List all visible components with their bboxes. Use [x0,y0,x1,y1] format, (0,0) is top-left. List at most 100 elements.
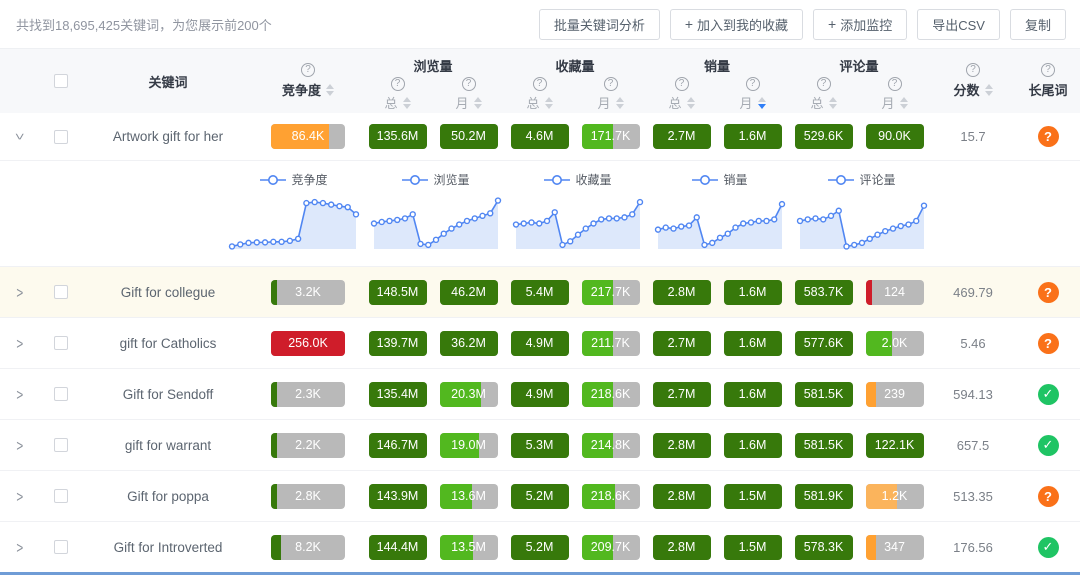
longtail-icon[interactable]: ✓ [1037,536,1059,558]
help-icon[interactable]: ? [532,77,547,91]
sort-carets[interactable] [686,96,695,109]
copy-button[interactable]: 复制 [1009,8,1066,40]
expand-chevron-icon[interactable]: > [11,133,29,140]
legend-marker-icon [260,174,287,185]
expand-chevron-icon[interactable]: > [17,538,24,556]
trend-legend: 竞争度 [260,171,328,188]
favorites-total-badge: 4.9M [510,330,569,356]
sales-total-badge: 2.7M [652,330,711,356]
sales-total-badge: 2.8M [652,483,711,509]
sort-carets[interactable] [402,96,411,109]
sort-carets[interactable] [899,96,908,109]
help-icon[interactable]: ? [966,63,980,77]
row-checkbox[interactable] [54,489,68,503]
longtail-icon[interactable]: ? [1037,485,1059,507]
views-total-badge: 143.9M [368,483,427,509]
favorites-total-badge: 4.6M [510,124,569,149]
table-row[interactable]: > gift for warrant 2.2K 146.7M 19.0M 5.3… [0,419,1080,470]
reviews-total-badge: 581.5K [794,381,853,407]
trend-chart: 浏览量 [370,171,502,254]
expand-chevron-icon[interactable]: > [17,385,24,403]
trend-chart: 收藏量 [512,171,644,254]
sort-carets[interactable] [984,83,993,96]
reviews-month-badge: 90.0K [865,124,924,149]
add-to-favorites-button[interactable]: + 加入到我的收藏 [669,8,804,40]
competition-badge: 3.2K [271,279,345,305]
expand-chevron-icon[interactable]: > [17,487,24,505]
views-total-badge: 146.7M [368,432,427,458]
sort-carets[interactable] [326,83,334,96]
expand-chevron-icon[interactable]: > [17,334,24,352]
sort-carets[interactable] [615,96,624,109]
score-value: 657.5 [956,437,990,453]
favorites-total-badge: 4.9M [510,381,569,407]
favorites-month-badge: 218.6K [581,381,640,407]
sparkline-chart [512,198,644,249]
table-body: > Artwork gift for her 86.4K 135.6M 50.2… [0,113,1080,572]
score-value: 594.13 [953,386,993,402]
longtail-icon[interactable]: ? [1037,281,1059,303]
keyword-label: Gift for poppa [127,488,209,504]
header-views-group: 浏览量 ? 总 ? 月 [362,49,504,113]
favorites-total-badge: 5.2M [510,483,569,509]
row-checkbox[interactable] [54,285,68,299]
help-icon[interactable]: ? [461,77,476,91]
help-icon[interactable]: ? [390,77,405,91]
help-icon[interactable]: ? [887,77,902,91]
reviews-month-badge: 124 [865,279,924,305]
help-icon[interactable]: ? [745,77,760,91]
export-csv-button[interactable]: 导出CSV [917,8,1000,40]
sort-carets-active[interactable] [757,96,766,109]
keyword-label: Gift for Sendoff [122,386,214,402]
views-total-badge: 148.5M [368,279,427,305]
row-checkbox[interactable] [54,387,68,401]
table-row[interactable]: > Gift for Sendoff 2.3K 135.4M 20.3M 4.9… [0,368,1080,419]
header-favorites-group: 收藏量 ? 总 ? 月 [504,49,646,113]
sales-total-badge: 2.7M [652,124,711,149]
favorites-total-badge: 5.4M [510,279,569,305]
competition-badge: 256.0K [271,330,345,356]
row-checkbox[interactable] [54,540,68,554]
result-summary: 共找到18,695,425关键词，为您展示前200个 [16,17,272,33]
table-row[interactable]: > Gift for collegue 3.2K 148.5M 46.2M 5.… [0,266,1080,317]
help-icon[interactable]: ? [674,77,689,91]
table-row[interactable]: > Artwork gift for her 86.4K 135.6M 50.2… [0,113,1080,160]
competition-badge: 2.3K [271,381,345,407]
help-icon[interactable]: ? [603,77,618,91]
longtail-icon[interactable]: ? [1037,126,1059,147]
legend-marker-icon [402,174,429,185]
help-icon[interactable]: ? [816,77,831,91]
sales-total-badge: 2.8M [652,279,711,305]
score-value: 5.46 [960,335,986,351]
row-checkbox[interactable] [54,438,68,452]
add-monitor-button[interactable]: + 添加监控 [813,8,908,40]
score-value: 15.7 [960,129,986,144]
expand-chevron-icon[interactable]: > [17,436,24,454]
competition-badge: 2.8K [271,483,345,509]
help-icon[interactable]: ? [1041,63,1055,77]
sales-total-badge: 2.7M [652,381,711,407]
reviews-total-badge: 577.6K [794,330,853,356]
batch-analyze-button[interactable]: 批量关键词分析 [538,8,660,40]
favorites-month-badge: 214.8K [581,432,640,458]
select-all-checkbox[interactable] [54,74,68,88]
sort-carets[interactable] [544,96,553,109]
trend-chart: 评论量 [796,171,928,254]
sales-month-badge: 1.6M [723,432,782,458]
header-competition: ? 竞争度 [254,49,362,113]
row-checkbox[interactable] [54,336,68,350]
reviews-month-badge: 239 [865,381,924,407]
table-row[interactable]: > gift for Catholics 256.0K 139.7M 36.2M… [0,317,1080,368]
table-row[interactable]: > Gift for poppa 2.8K 143.9M 13.6M 5.2M … [0,470,1080,521]
table-row[interactable]: > Gift for Introverted 8.2K 144.4M 13.5M… [0,521,1080,572]
sort-carets[interactable] [473,96,482,109]
sort-carets[interactable] [828,96,837,109]
expand-chevron-icon[interactable]: > [17,283,24,301]
longtail-icon[interactable]: ✓ [1037,383,1059,405]
longtail-icon[interactable]: ✓ [1037,434,1059,456]
trend-legend: 销量 [692,171,748,188]
longtail-icon[interactable]: ? [1037,332,1059,354]
sales-month-badge: 1.6M [723,330,782,356]
row-checkbox[interactable] [54,129,68,144]
help-icon[interactable]: ? [301,63,315,77]
